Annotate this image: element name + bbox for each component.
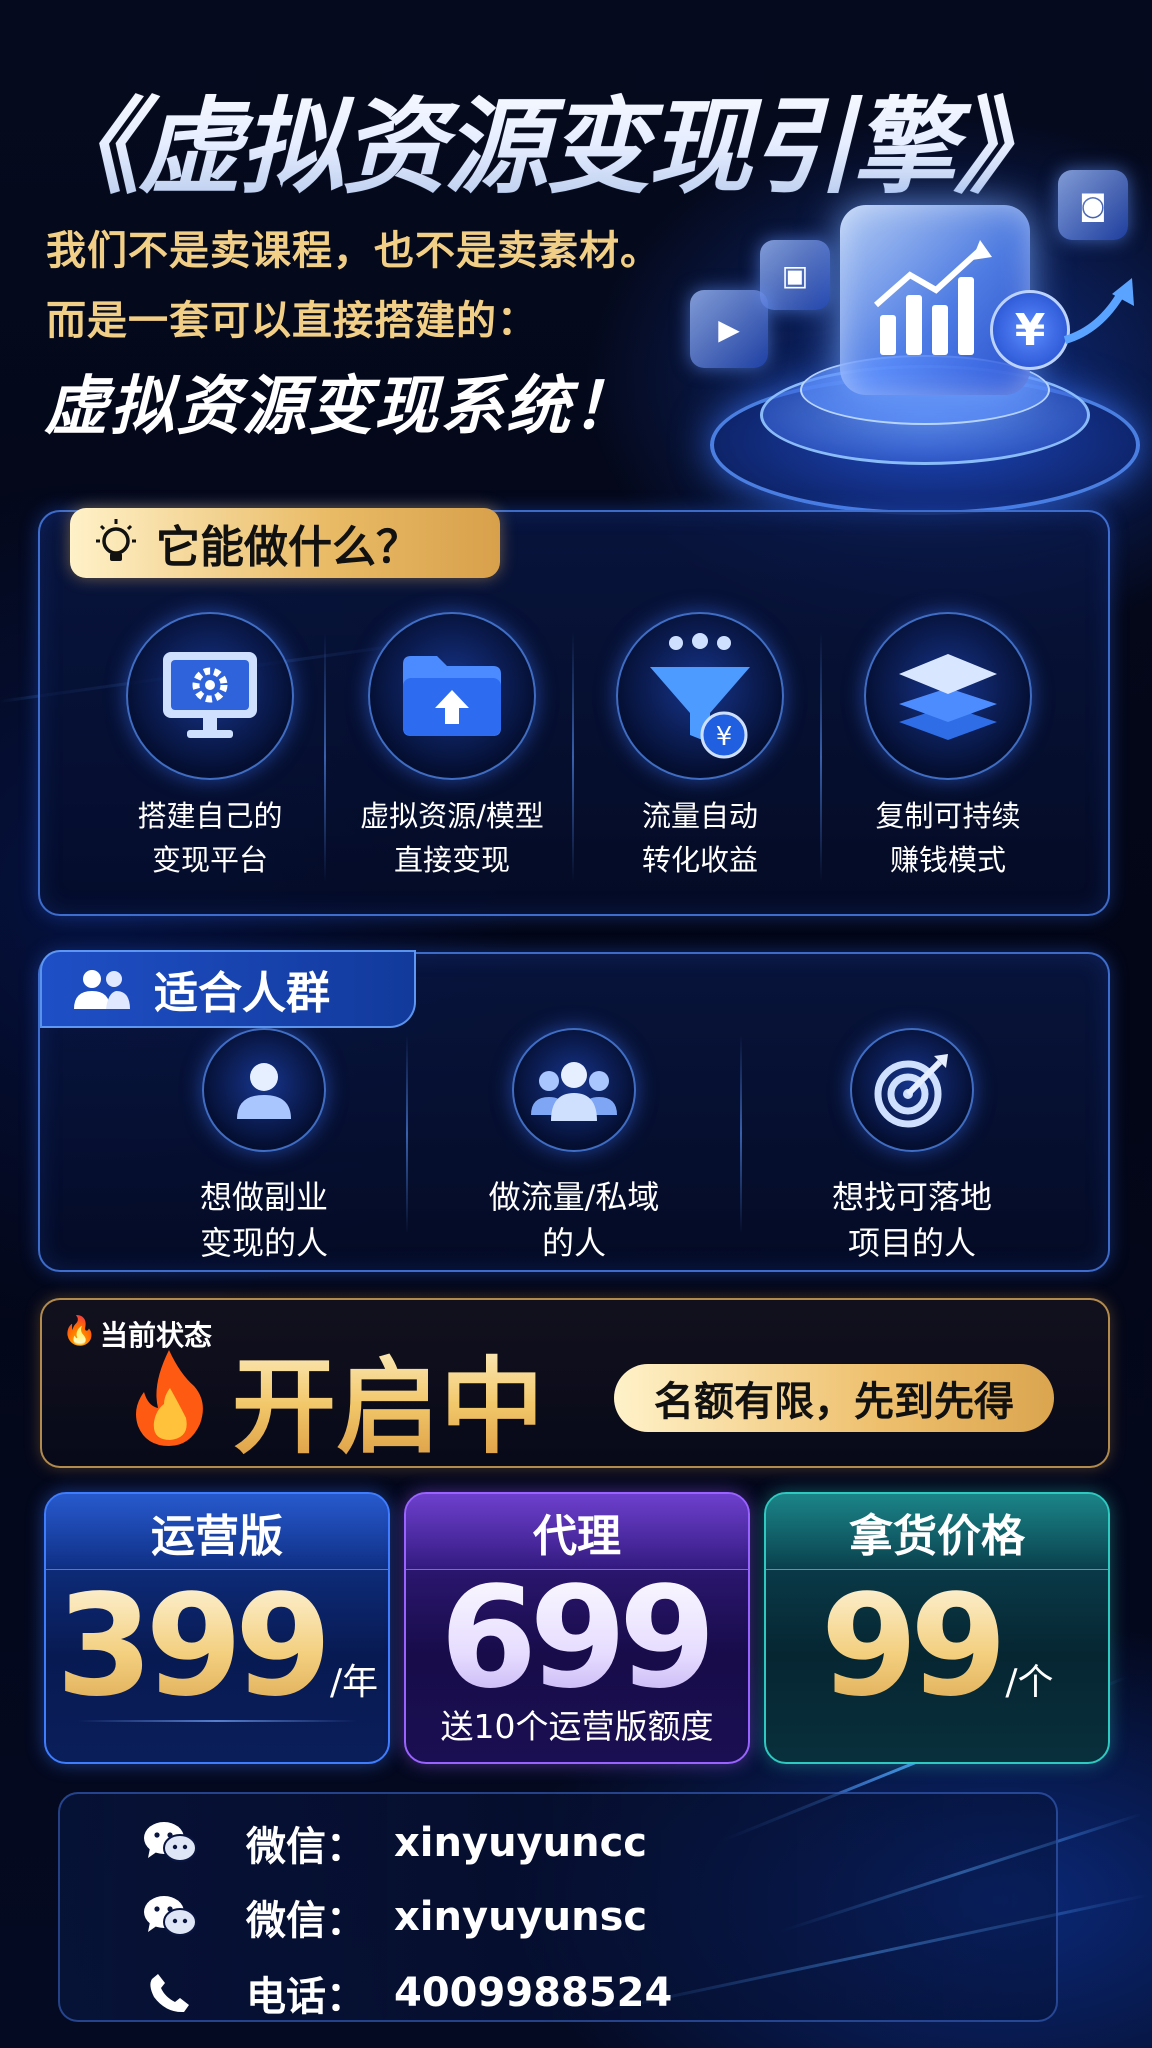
growth-arrow-icon [1063,278,1134,344]
small-flame-icon: 🔥 [62,1314,97,1347]
picture-tile-icon: ◙ [1058,170,1128,240]
contact-value: xinyuyuncc [394,1820,647,1866]
feature-label: 搭建自己的 [137,799,283,833]
price-value: 399 [55,1565,332,1728]
feature-label: 变现平台 [151,843,268,877]
contact-label: 微信： [246,1898,366,1944]
price-card-operation[interactable]: 运营版 399/年 [44,1492,390,1764]
feature-item: 虚拟资源/模型 直接变现 [332,612,572,882]
hero-illustration: ¥ ▣ ▶ ◙ [690,150,1150,550]
price-value: 99 [820,1565,1008,1728]
feature-label: 直接变现 [393,843,510,877]
audience-heading-tag: 适合人群 [40,950,416,1028]
contact-row[interactable]: 微信： xinyuyunsc [140,1888,647,1946]
audience-item: 做流量/私域 的人 [444,1028,704,1266]
feature-label: 流量自动 [641,799,758,833]
feature-item: ¥ 流量自动转化收益 [580,592,820,882]
user-icon [202,1028,326,1152]
feature-item: 搭建自己的 变现平台 [90,612,330,882]
subtitle-line-1: 我们不是卖课程，也不是卖素材。 [46,228,661,274]
price-card-wholesale[interactable]: 拿货价格 99/个 [764,1492,1110,1764]
video-tile-icon: ▶ [690,290,768,368]
audience-label: 项目的人 [847,1224,976,1262]
svg-text:¥: ¥ [716,722,733,752]
audience-label: 变现的人 [199,1224,328,1262]
audience-label: 想找可落地 [831,1178,992,1216]
price-unit: /个 [1005,1662,1054,1703]
audience-label: 想做副业 [199,1178,328,1216]
contact-value: 4009988524 [394,1970,673,2016]
audience-label: 做流量/私域 [488,1178,660,1216]
price-card-agent[interactable]: 代理 699 送10个运营版额度 [404,1492,750,1764]
layers-icon [864,612,1032,780]
wechat-icon [140,1820,200,1866]
image-tile-icon: ▣ [760,240,830,310]
features-heading: 它能做什么？ [156,522,420,573]
feature-label: 复制可持续 [875,799,1021,833]
wechat-icon [140,1894,200,1940]
feature-item: 复制可持续 赚钱模式 [828,612,1068,882]
lightbulb-icon [96,519,136,561]
funnel-yuan-icon: ¥ [616,612,784,780]
contact-row[interactable]: 电话： 4009988524 [140,1964,672,2022]
slogan: 虚拟资源变现系统！ [44,370,638,444]
audience-item: 想做副业 变现的人 [134,1028,394,1266]
audience-item: 想找可落地 项目的人 [782,1028,1042,1266]
contact-label: 电话： [246,1974,366,2020]
status-panel: 🔥 当前状态 开启中 名额有限，先到先得 [40,1298,1110,1468]
price-card-title: 运营版 [46,1494,388,1570]
price-note: 送10个运营版额度 [440,1707,714,1746]
flame-icon [136,1350,203,1446]
features-heading-tag: 它能做什么？ [70,508,500,578]
audience-label: 的人 [541,1224,606,1262]
feature-label: 转化收益 [641,843,758,877]
feature-label: 虚拟资源/模型 [360,799,544,833]
contact-panel: 微信： xinyuyuncc 微信： xinyuyunsc 电话： 400998852… [58,1792,1058,2022]
contact-value: xinyuyunsc [394,1894,648,1940]
contact-row[interactable]: 微信： xinyuyuncc [140,1814,647,1872]
price-card-title: 拿货价格 [766,1494,1108,1570]
audience-heading: 适合人群 [154,968,330,1019]
monitor-gear-icon [126,612,294,780]
folder-upload-icon [368,612,536,780]
yuan-coin-icon: ¥ [990,290,1070,370]
target-icon [850,1028,974,1152]
feature-label: 赚钱模式 [889,843,1006,877]
price-unit: /年 [330,1662,379,1703]
users-icon [512,1028,636,1152]
subtitle-line-2: 而是一套可以直接搭建的： [46,298,538,344]
price-value: 699 [439,1557,716,1720]
group-icon [74,970,130,1009]
contact-label: 微信： [246,1824,366,1870]
status-value: 开启中 [232,1322,544,1473]
phone-icon [140,1971,200,2015]
status-pill: 名额有限，先到先得 [614,1364,1054,1432]
